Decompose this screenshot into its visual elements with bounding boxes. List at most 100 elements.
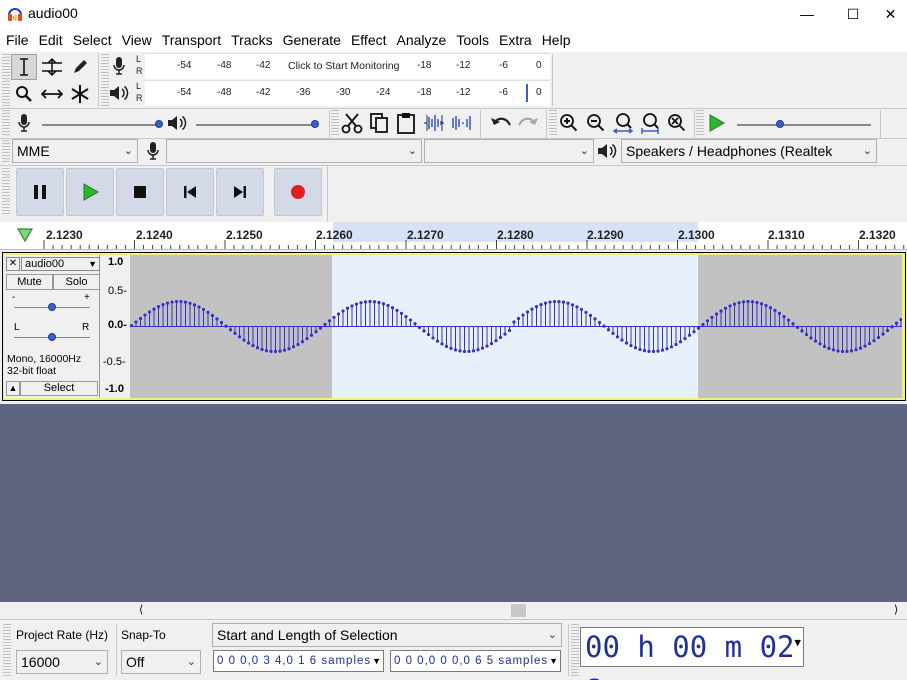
playback-speed-slider[interactable] xyxy=(737,124,871,126)
pan-slider-thumb[interactable] xyxy=(48,333,56,341)
maximize-button[interactable]: ☐ xyxy=(830,0,876,28)
amplitude-tick: 0.0- xyxy=(108,319,127,331)
selection-toolbar-grip[interactable] xyxy=(3,624,11,676)
track-close-button[interactable]: ✕ xyxy=(6,257,20,271)
fit-selection-button[interactable] xyxy=(610,110,636,136)
gain-plus-label: + xyxy=(84,292,90,303)
time-toolbar-grip[interactable] xyxy=(571,624,579,676)
stop-button[interactable] xyxy=(116,168,164,216)
track-format-info: Mono, 16000Hz xyxy=(7,353,82,365)
recording-volume-slider[interactable] xyxy=(42,124,160,126)
zoom-in-button[interactable] xyxy=(556,110,582,136)
meter-right-channel-label: R xyxy=(136,93,143,103)
menu-edit[interactable]: Edit xyxy=(34,28,68,52)
menu-view[interactable]: View xyxy=(117,28,157,52)
recording-volume-thumb[interactable] xyxy=(155,120,163,128)
double-arrow-icon xyxy=(41,89,63,99)
playback-speed-thumb[interactable] xyxy=(776,120,784,128)
multi-tool-button[interactable] xyxy=(67,81,93,107)
empty-track-area[interactable] xyxy=(0,404,907,602)
scroll-left-arrow-icon[interactable]: ⟨ xyxy=(139,603,143,616)
paste-button[interactable] xyxy=(393,110,419,136)
selection-tool-button[interactable] xyxy=(11,54,37,80)
record-meter-tick: 0 xyxy=(536,60,542,71)
timeline-ruler[interactable]: 2.1230 2.1240 2.1250 2.1260 2.1270 2.128… xyxy=(0,222,907,250)
chevron-down-icon: ⌄ xyxy=(547,629,557,641)
zoom-toggle-button[interactable] xyxy=(664,110,690,136)
record-meter-button[interactable] xyxy=(106,53,132,79)
playback-volume-slider[interactable] xyxy=(196,124,316,126)
menu-file[interactable]: File xyxy=(1,28,34,52)
zoom-tool-button[interactable] xyxy=(11,81,37,107)
menu-effect[interactable]: Effect xyxy=(346,28,392,52)
mixer-toolbar-grip[interactable] xyxy=(2,110,10,136)
transport-toolbar-grip[interactable] xyxy=(2,168,10,216)
copy-button[interactable] xyxy=(366,110,392,136)
trim-audio-button[interactable] xyxy=(421,110,447,136)
select-track-button[interactable]: Select xyxy=(20,381,98,396)
edit-toolbar-grip[interactable] xyxy=(331,110,339,136)
play-button[interactable] xyxy=(66,168,114,216)
start-monitoring-prompt[interactable]: Click to Start Monitoring xyxy=(288,60,399,72)
envelope-tool-button[interactable] xyxy=(39,54,65,80)
project-rate-value: 16000 xyxy=(21,654,60,670)
selection-length-field[interactable]: 0 0 0,0 0 0,0 6 5 samples ▼ xyxy=(390,650,561,672)
audio-position-time-display[interactable]: 00 h 00 m 02 s▼ xyxy=(580,627,804,680)
solo-button[interactable]: Solo xyxy=(53,274,100,290)
playback-volume-thumb[interactable] xyxy=(311,120,319,128)
horizontal-scrollbar[interactable]: ⟨ ⟩ xyxy=(0,602,907,619)
time-shift-tool-button[interactable] xyxy=(39,81,65,107)
gain-slider-thumb[interactable] xyxy=(48,303,56,311)
recording-channels-select[interactable]: ⌄ xyxy=(424,139,594,163)
snap-to-select[interactable]: Off ⌄ xyxy=(121,650,201,674)
vertical-amplitude-ruler[interactable]: 1.0 0.5- 0.0- -0.5- -1.0 xyxy=(100,255,130,398)
selection-start-field[interactable]: 0 0 0,0 3 4,0 1 6 samples ▼ xyxy=(213,650,384,672)
chevron-down-icon: ⌄ xyxy=(859,140,872,162)
menu-help[interactable]: Help xyxy=(537,28,576,52)
playback-device-select[interactable]: Speakers / Headphones (Realtek ⌄ xyxy=(621,139,877,163)
menu-generate[interactable]: Generate xyxy=(278,28,346,52)
undo-button[interactable] xyxy=(488,110,514,136)
play-meter[interactable]: -54 -48 -42 -36 -30 -24 -18 -12 -6 0 xyxy=(145,80,550,106)
menu-tracks[interactable]: Tracks xyxy=(226,28,277,52)
skip-to-start-button[interactable] xyxy=(166,168,214,216)
menu-transport[interactable]: Transport xyxy=(157,28,226,52)
recording-device-select[interactable]: ⌄ xyxy=(166,139,422,163)
scrollbar-thumb[interactable] xyxy=(511,604,526,617)
minimize-button[interactable]: — xyxy=(784,0,830,28)
tools-toolbar-grip[interactable] xyxy=(2,54,10,106)
waveform-display[interactable] xyxy=(130,255,902,398)
record-meter-tick: -12 xyxy=(456,60,471,71)
menu-analyze[interactable]: Analyze xyxy=(392,28,452,52)
skip-to-end-button[interactable] xyxy=(216,168,264,216)
menu-tools[interactable]: Tools xyxy=(451,28,494,52)
record-meter-tick: -18 xyxy=(417,60,432,71)
play-meter-button[interactable] xyxy=(106,80,132,106)
play-at-speed-button[interactable] xyxy=(703,110,729,136)
silence-audio-button[interactable] xyxy=(449,110,475,136)
stop-icon xyxy=(134,186,146,198)
mute-button[interactable]: Mute xyxy=(6,274,53,290)
menu-bar: File Edit Select View Transport Tracks G… xyxy=(0,28,907,52)
play-meter-tick: -48 xyxy=(217,87,232,98)
selection-mode-select[interactable]: Start and Length of Selection ⌄ xyxy=(212,623,562,647)
device-toolbar-grip[interactable] xyxy=(2,140,10,164)
triangle-down-icon: ▼ xyxy=(794,636,801,649)
pan-right-label: R xyxy=(82,322,90,333)
menu-select[interactable]: Select xyxy=(68,28,117,52)
pause-button[interactable] xyxy=(16,168,64,216)
zoom-out-button[interactable] xyxy=(583,110,609,136)
audio-host-select[interactable]: MME ⌄ xyxy=(12,139,138,163)
record-meter[interactable]: -54 -48 -42 Click to Start Monitoring -1… xyxy=(145,53,550,79)
collapse-track-button[interactable]: ▲ xyxy=(6,381,20,396)
close-button[interactable]: ✕ xyxy=(874,0,907,28)
menu-extra[interactable]: Extra xyxy=(494,28,537,52)
track-name-menu[interactable]: audio00 ▼ xyxy=(21,257,100,271)
record-button[interactable] xyxy=(274,168,322,216)
draw-tool-button[interactable] xyxy=(67,54,93,80)
cut-button[interactable] xyxy=(339,110,365,136)
silence-icon xyxy=(452,116,471,130)
fit-project-button[interactable] xyxy=(637,110,663,136)
scroll-right-arrow-icon[interactable]: ⟩ xyxy=(894,603,898,616)
project-rate-select[interactable]: 16000 ⌄ xyxy=(16,650,108,674)
